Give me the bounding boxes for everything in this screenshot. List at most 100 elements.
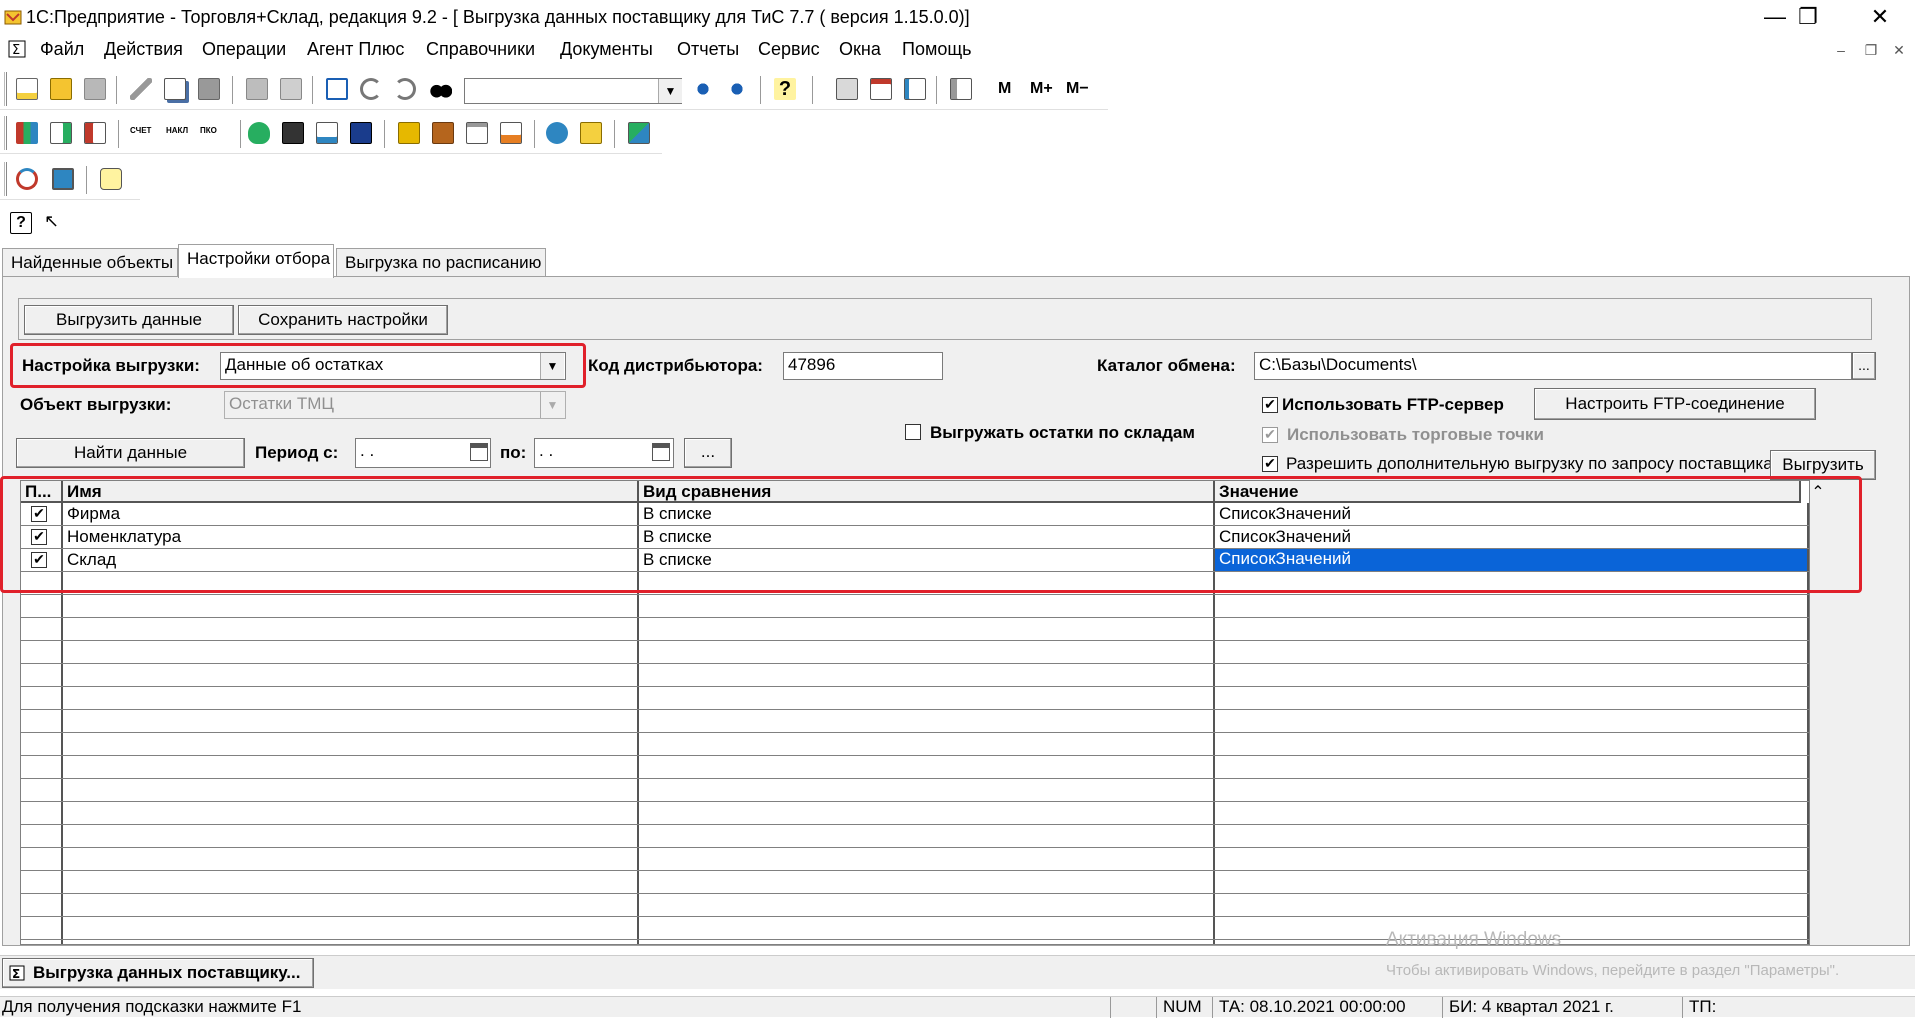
mdi-restore-button[interactable]: ❐ [1862, 41, 1880, 59]
search-combo[interactable] [464, 78, 682, 104]
export-button[interactable]: Выгрузить [1770, 450, 1876, 480]
print-icon[interactable] [244, 76, 270, 102]
analytics-icon[interactable] [578, 120, 604, 146]
menu-actions[interactable]: Действия [104, 39, 183, 60]
cash-receipt-icon[interactable]: ПКО [200, 118, 230, 144]
warehouse-icon[interactable] [348, 120, 374, 146]
memory-minus-button[interactable]: M− [1066, 80, 1089, 98]
list-report-icon[interactable] [464, 120, 490, 146]
monitor-icon[interactable] [50, 166, 76, 192]
row-use-checkbox[interactable]: ✔ [31, 506, 47, 522]
menu-help[interactable]: Помощь [902, 39, 972, 60]
report-icon[interactable] [314, 120, 340, 146]
find-data-button[interactable]: Найти данные [16, 438, 245, 468]
menu-windows[interactable]: Окна [839, 39, 881, 60]
find-next-icon[interactable] [690, 76, 716, 102]
print-preview-icon[interactable] [278, 76, 304, 102]
open-folder-icon[interactable] [48, 76, 74, 102]
redo-icon[interactable] [392, 76, 418, 102]
cut-icon[interactable] [128, 76, 154, 102]
text-editor-icon[interactable] [902, 76, 928, 102]
close-button[interactable]: ✕ [1850, 0, 1910, 36]
shipment-icon[interactable] [430, 120, 456, 146]
binoculars-icon[interactable] [428, 76, 454, 102]
card-file-icon[interactable] [324, 76, 350, 102]
exchange-dir-input[interactable]: C:\Базы\Documents\ [1254, 352, 1852, 380]
allow-extra-export-checkbox[interactable]: ✔ [1262, 456, 1278, 472]
waybill-icon[interactable]: НАКЛ [166, 118, 196, 144]
tab-filter-settings[interactable]: Настройки отбора [178, 244, 334, 278]
menu-service[interactable]: Сервис [758, 39, 820, 60]
column-header-name[interactable]: Имя [63, 481, 639, 503]
toolbar-grip[interactable] [4, 162, 7, 196]
help-question-icon[interactable]: ? [772, 76, 798, 102]
menu-reports[interactable]: Отчеты [677, 39, 739, 60]
menu-operations[interactable]: Операции [202, 39, 286, 60]
mdi-minimize-button[interactable]: – [1832, 41, 1850, 59]
import-icon[interactable] [48, 120, 74, 146]
period-select-button[interactable]: ... [684, 438, 732, 468]
row-use-checkbox[interactable]: ✔ [31, 529, 47, 545]
find-prev-icon[interactable] [724, 76, 750, 102]
pointer-help-icon[interactable]: ↖ [42, 208, 68, 234]
context-help-icon[interactable]: ? [8, 210, 34, 236]
paste-icon[interactable] [196, 76, 222, 102]
taskbar-window-button[interactable]: Σ Выгрузка данных поставщику... [2, 958, 314, 988]
row-use-checkbox[interactable]: ✔ [31, 552, 47, 568]
export-by-warehouse-checkbox[interactable] [905, 424, 921, 440]
chart-report-icon[interactable] [498, 120, 524, 146]
calendar-icon[interactable] [470, 443, 488, 461]
browse-dir-button[interactable]: ... [1852, 352, 1876, 380]
tab-found-objects[interactable]: Найденные объекты [2, 248, 178, 276]
undo-icon[interactable] [358, 76, 384, 102]
mail-icon[interactable] [98, 166, 124, 192]
grid-row-line [21, 801, 1809, 802]
table-row[interactable]: ✔ Номенклатура В списке СписокЗначений [21, 526, 1807, 549]
calendar-icon[interactable] [652, 443, 670, 461]
menu-file[interactable]: Файл [40, 39, 84, 60]
chevron-down-icon[interactable]: ▼ [658, 79, 682, 103]
menu-catalogs[interactable]: Справочники [426, 39, 535, 60]
journal-book-icon[interactable] [948, 76, 974, 102]
distributor-code-input[interactable]: 47896 [783, 352, 943, 380]
status-bi: БИ: 4 квартал 2021 г. [1442, 997, 1682, 1018]
sync-icon[interactable] [14, 166, 40, 192]
restore-button[interactable]: ❐ [1778, 0, 1838, 36]
column-header-use[interactable]: П... [21, 481, 63, 503]
export-icon[interactable] [82, 120, 108, 146]
image-icon[interactable] [626, 120, 652, 146]
money-bag-icon[interactable] [246, 120, 272, 146]
toolbar-grip[interactable] [4, 116, 7, 150]
memory-plus-button[interactable]: M+ [1030, 80, 1053, 98]
configure-ftp-button[interactable]: Настроить FTP-соединение [1534, 388, 1816, 420]
use-ftp-checkbox[interactable]: ✔ [1262, 397, 1278, 413]
selected-cell[interactable]: СписокЗначений [1215, 549, 1807, 571]
mdi-close-button[interactable]: ✕ [1890, 41, 1908, 59]
new-document-icon[interactable] [14, 76, 40, 102]
memory-button[interactable]: M [998, 80, 1011, 98]
goods-icon[interactable] [396, 120, 422, 146]
globe-icon[interactable] [544, 120, 570, 146]
menu-documents[interactable]: Документы [560, 39, 653, 60]
filter-grid[interactable]: П... Имя Вид сравнения Значение ✔ Фирма … [20, 480, 1810, 945]
menu-agent-plus[interactable]: Агент Плюс [307, 39, 404, 60]
column-header-value[interactable]: Значение [1215, 481, 1801, 503]
chevron-down-icon[interactable]: ▼ [540, 353, 564, 379]
scroll-up-icon[interactable]: ⌃ [1808, 482, 1828, 504]
save-settings-button[interactable]: Сохранить настройки [238, 305, 448, 335]
invoice-icon[interactable]: СЧЕТ [130, 118, 160, 144]
table-row[interactable]: ✔ Склад В списке СписокЗначений [21, 549, 1807, 572]
sigma-doc-icon[interactable]: Σ [8, 40, 26, 58]
books-icon[interactable] [14, 120, 40, 146]
cash-register-icon[interactable] [280, 120, 306, 146]
table-row[interactable]: ✔ Фирма В списке СписокЗначений [21, 503, 1807, 526]
save-icon[interactable] [82, 76, 108, 102]
calendar-icon[interactable] [868, 76, 894, 102]
copy-icon[interactable] [162, 76, 188, 102]
calculator-icon[interactable] [834, 76, 860, 102]
column-header-comparison[interactable]: Вид сравнения [639, 481, 1215, 503]
export-setting-select[interactable]: Данные об остатках [220, 352, 566, 380]
tab-scheduled-export[interactable]: Выгрузка по расписанию [336, 248, 546, 276]
toolbar-grip[interactable] [4, 72, 7, 106]
export-data-button[interactable]: Выгрузить данные [24, 305, 234, 335]
